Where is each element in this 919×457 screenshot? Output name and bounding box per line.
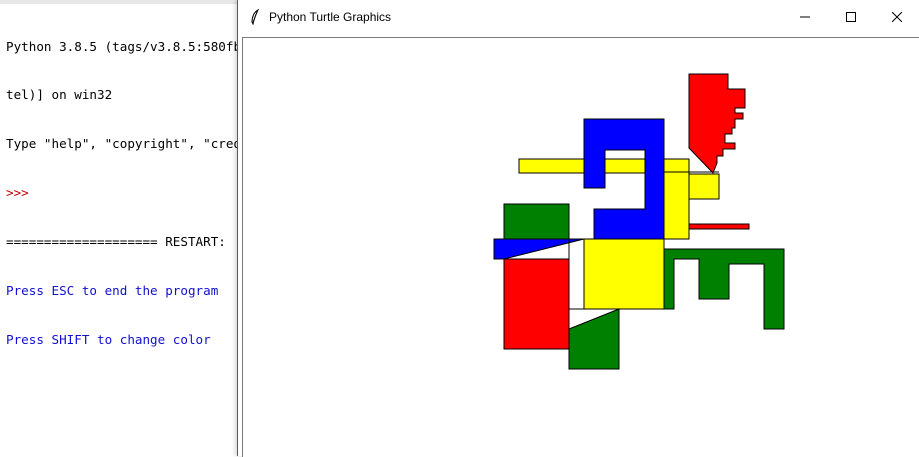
yellow-block [663,158,690,240]
shell-output[interactable]: Python 3.8.5 (tags/v3.8.5:580fbb0, Jul 2… [6,6,266,381]
blue-s-shape [583,118,665,240]
shell-message: Press ESC to end the program [6,283,219,299]
turtle-canvas[interactable] [242,37,919,457]
minimize-button[interactable] [782,0,828,34]
shell-line: tel)] on win32 [6,87,113,103]
window-controls [782,0,919,34]
drawing [493,73,785,370]
idle-shell-window: Python 3.8.5 (tags/v3.8.5:580fbb0, Jul 2… [0,0,266,456]
maximize-icon [846,12,856,22]
yellow-square [583,238,665,310]
turtle-window: Python Turtle Graphics [237,0,919,457]
title-bar[interactable]: Python Turtle Graphics [238,0,919,34]
red-jagged-shape [688,73,746,174]
yellow-small-block [688,173,720,200]
green-triangle-block [568,308,620,370]
red-block [503,258,570,350]
shell-line: Python 3.8.5 (tags/v3.8.5:580fbb0, Jul 2… [6,38,264,54]
window-title: Python Turtle Graphics [269,10,392,24]
close-button[interactable] [874,0,919,34]
red-thin-bar [688,223,750,230]
shell-message: Press SHIFT to change color [6,331,211,347]
close-icon [892,12,902,22]
green-block [503,203,570,240]
feather-icon [247,7,263,27]
shell-prompt: >>> [6,185,37,201]
maximize-button[interactable] [828,0,874,34]
shell-line: Type "help", "copyright", "credits" or "… [6,136,266,152]
shell-restart-line: ==================== RESTART: [6,234,234,250]
shell-top-edge [0,0,240,4]
green-right-shape [663,248,785,330]
minimize-icon [800,16,810,18]
blue-wedge [493,238,585,260]
